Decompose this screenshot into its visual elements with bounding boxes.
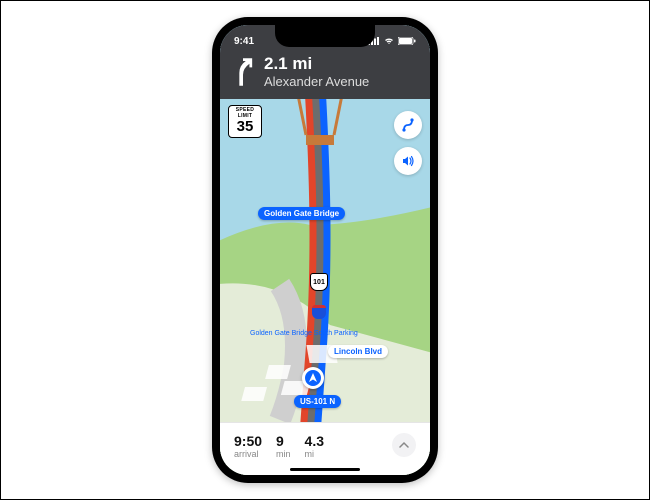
speed-limit-value: 35: [231, 119, 259, 134]
fab-stack: [394, 111, 422, 175]
route-icon: [401, 118, 415, 132]
label-us101n[interactable]: US-101 N: [294, 395, 341, 408]
wifi-icon: [383, 37, 395, 45]
banner-text: 2.1 mi Alexander Avenue: [264, 55, 369, 89]
label-lincoln[interactable]: Lincoln Blvd: [328, 345, 388, 358]
banner-distance: 2.1 mi: [264, 55, 369, 74]
audio-button[interactable]: [394, 147, 422, 175]
arrival-value: 9:50: [234, 433, 262, 449]
time-value: 9: [276, 433, 291, 449]
status-indicators: [368, 37, 416, 45]
location-arrow-icon: [308, 373, 318, 383]
current-location[interactable]: [302, 367, 324, 389]
banner-road: Alexander Avenue: [264, 74, 369, 89]
notch: [275, 25, 375, 47]
tray-expand-button[interactable]: [392, 433, 416, 457]
poi-parking[interactable]: Golden Gate Bridge South Parking: [250, 330, 300, 337]
dist-value: 4.3: [305, 433, 324, 449]
metric-time: 9 min: [276, 433, 291, 459]
metric-arrival: 9:50 arrival: [234, 433, 262, 459]
screen: 9:41 2.1 mi Alexander Avenue: [220, 25, 430, 475]
time-label: min: [276, 449, 291, 459]
dist-label: mi: [305, 449, 324, 459]
arrival-label: arrival: [234, 449, 262, 459]
speaker-icon: [401, 154, 415, 168]
speed-limit-sign: SPEED LIMIT 35: [228, 105, 262, 138]
shield-us101: 101: [310, 273, 328, 291]
label-bridge[interactable]: Golden Gate Bridge: [258, 207, 345, 220]
status-time: 9:41: [234, 36, 254, 47]
battery-icon: [398, 37, 416, 45]
chevron-up-icon: [399, 440, 409, 450]
shield-interstate-icon: [312, 305, 326, 319]
metric-distance: 4.3 mi: [305, 433, 324, 459]
phone-frame: 9:41 2.1 mi Alexander Avenue: [212, 17, 438, 483]
home-indicator[interactable]: [290, 468, 360, 471]
bear-right-arrow-icon: [232, 58, 254, 86]
route-overview-button[interactable]: [394, 111, 422, 139]
